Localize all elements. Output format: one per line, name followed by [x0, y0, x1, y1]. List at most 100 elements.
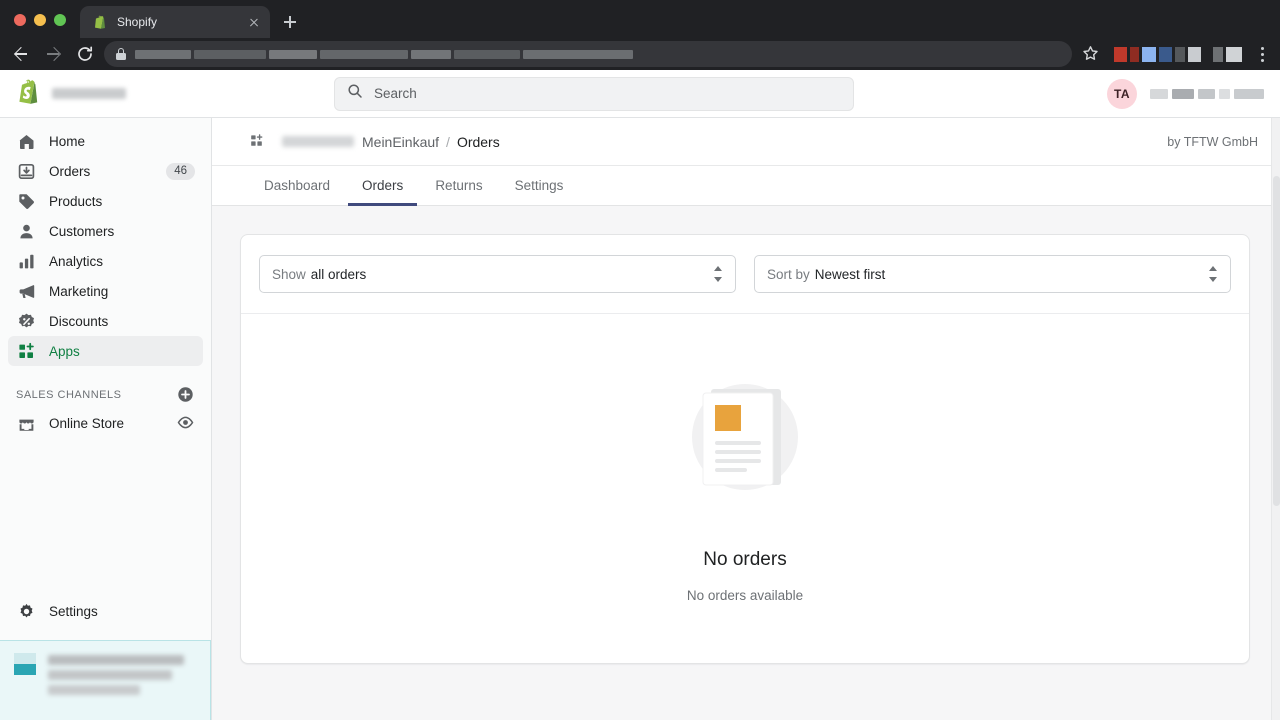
sidebar-item-label: Online Store	[49, 416, 164, 431]
eye-icon[interactable]	[177, 414, 195, 432]
plus-circle-icon[interactable]	[177, 386, 195, 404]
sidebar-item-analytics[interactable]: Analytics	[8, 246, 203, 276]
lock-icon	[116, 48, 126, 60]
stepper-arrows-icon	[1207, 266, 1218, 282]
global-search[interactable]: Search	[334, 77, 854, 111]
bookmark-star-icon[interactable]	[1078, 41, 1104, 67]
bar-chart-icon	[16, 251, 36, 271]
empty-state-heading: No orders	[703, 549, 786, 571]
breadcrumb-redacted-prefix	[282, 136, 354, 147]
tab-label: Orders	[362, 178, 403, 193]
sidebar-item-customers[interactable]: Customers	[8, 216, 203, 246]
show-filter-value: all orders	[311, 267, 367, 282]
tab-label: Settings	[515, 178, 564, 193]
search-input[interactable]: Search	[374, 86, 417, 101]
storefront-icon	[16, 413, 36, 433]
sidebar-item-label: Products	[49, 194, 195, 209]
browser-chrome: Shopify	[0, 0, 1280, 70]
browser-toolbar	[0, 38, 1280, 70]
shopify-topbar: Search TA	[0, 70, 1280, 118]
browser-extensions[interactable]	[1114, 47, 1242, 62]
apps-grid-icon	[250, 134, 266, 150]
empty-document-icon	[675, 375, 815, 505]
window-traffic-lights	[0, 14, 78, 38]
orders-inbox-icon	[16, 161, 36, 181]
sidebar-item-home[interactable]: Home	[8, 126, 203, 156]
sidebar-item-orders[interactable]: Orders 46	[8, 156, 203, 186]
sales-channels-title: SALES CHANNELS	[16, 389, 177, 401]
close-tab-icon[interactable]	[246, 14, 262, 30]
tab-settings[interactable]: Settings	[501, 166, 578, 205]
sidebar-item-label: Marketing	[49, 284, 195, 299]
sidebar-item-apps[interactable]: Apps	[8, 336, 203, 366]
app-tabs: Dashboard Orders Returns Settings	[212, 166, 1280, 206]
search-icon	[347, 83, 363, 104]
sidebar-item-label: Discounts	[49, 314, 195, 329]
breadcrumb: MeinEinkauf / Orders by TFTW GmbH	[212, 118, 1280, 166]
sort-filter-select[interactable]: Sort by Newest first	[754, 255, 1231, 293]
close-window-button[interactable]	[14, 14, 26, 26]
account-area[interactable]: TA	[1107, 79, 1264, 109]
sidebar-item-online-store[interactable]: Online Store	[8, 408, 203, 438]
shopify-bag-icon	[92, 14, 108, 30]
sidebar-item-label: Settings	[49, 604, 195, 619]
sidebar-item-label: Orders	[49, 164, 153, 179]
tab-orders[interactable]: Orders	[348, 166, 417, 205]
new-tab-button[interactable]	[276, 8, 304, 36]
tag-icon	[16, 191, 36, 211]
breadcrumb-separator: /	[446, 134, 450, 150]
sidebar-item-label: Customers	[49, 224, 195, 239]
store-name-redacted	[52, 88, 126, 99]
sidebar: Home Orders 46 Products Customers	[0, 118, 212, 720]
sort-filter-prefix: Sort by	[767, 267, 810, 282]
person-icon	[16, 221, 36, 241]
vertical-scrollbar[interactable]	[1271, 118, 1280, 720]
stepper-arrows-icon	[712, 266, 723, 282]
address-bar-redacted-url	[135, 50, 1060, 59]
show-filter-select[interactable]: Show all orders	[259, 255, 736, 293]
address-bar[interactable]	[104, 41, 1072, 67]
scrollbar-thumb[interactable]	[1273, 176, 1280, 506]
empty-state-subtext: No orders available	[687, 588, 803, 603]
maximize-window-button[interactable]	[54, 14, 66, 26]
megaphone-icon	[16, 281, 36, 301]
tab-returns[interactable]: Returns	[421, 166, 496, 205]
browser-tab[interactable]: Shopify	[80, 6, 270, 38]
shopify-logo	[16, 77, 42, 111]
sidebar-item-settings[interactable]: Settings	[8, 596, 203, 626]
show-filter-prefix: Show	[272, 267, 306, 282]
forward-arrow-icon[interactable]	[40, 41, 66, 67]
app-byline: by TFTW GmbH	[1167, 135, 1258, 149]
discount-percent-icon	[16, 311, 36, 331]
orders-card: Show all orders Sort by Newest first	[240, 234, 1250, 664]
sidebar-item-marketing[interactable]: Marketing	[8, 276, 203, 306]
tab-label: Returns	[435, 178, 482, 193]
shopify-brand[interactable]	[16, 77, 316, 111]
main-content: MeinEinkauf / Orders by TFTW GmbH Dashbo…	[212, 118, 1280, 720]
promo-thumbnail	[14, 653, 36, 675]
sidebar-item-label: Home	[49, 134, 195, 149]
account-name-redacted	[1150, 89, 1264, 99]
breadcrumb-current: Orders	[457, 134, 500, 150]
home-icon	[16, 131, 36, 151]
sort-filter-value: Newest first	[815, 267, 886, 282]
sidebar-promo-card[interactable]	[0, 640, 211, 720]
back-arrow-icon[interactable]	[8, 41, 34, 67]
minimize-window-button[interactable]	[34, 14, 46, 26]
sidebar-item-label: Analytics	[49, 254, 195, 269]
breadcrumb-app-name[interactable]: MeinEinkauf	[362, 134, 439, 150]
orders-panel: Show all orders Sort by Newest first	[212, 206, 1280, 720]
apps-grid-plus-icon	[16, 341, 36, 361]
tab-label: Dashboard	[264, 178, 330, 193]
tab-dashboard[interactable]: Dashboard	[250, 166, 344, 205]
orders-filters: Show all orders Sort by Newest first	[241, 235, 1249, 314]
promo-redacted-text	[48, 653, 196, 695]
sidebar-item-discounts[interactable]: Discounts	[8, 306, 203, 336]
kebab-menu-icon[interactable]	[1252, 47, 1272, 62]
reload-icon[interactable]	[72, 41, 98, 67]
avatar[interactable]: TA	[1107, 79, 1137, 109]
sidebar-item-label: Apps	[49, 344, 195, 359]
browser-tabstrip: Shopify	[0, 0, 1280, 38]
sidebar-item-products[interactable]: Products	[8, 186, 203, 216]
browser-tab-title: Shopify	[117, 15, 237, 29]
